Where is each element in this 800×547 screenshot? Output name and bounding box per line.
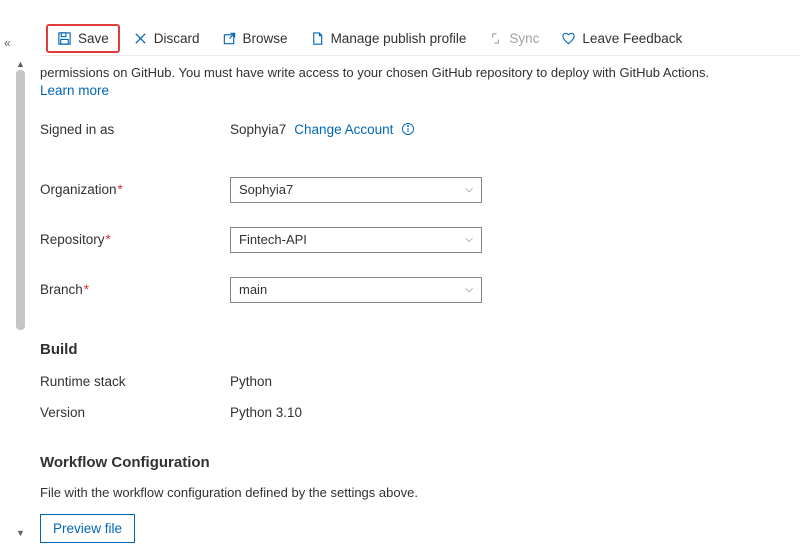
branch-label: Branch*	[40, 282, 230, 297]
manage-label: Manage publish profile	[331, 31, 467, 46]
browse-label: Browse	[243, 31, 288, 46]
save-label: Save	[78, 31, 109, 46]
workflow-desc: File with the workflow configuration def…	[40, 485, 792, 500]
sync-icon	[488, 31, 503, 46]
scrollbar[interactable]: ▲ ▼	[16, 60, 25, 538]
scroll-thumb[interactable]	[16, 70, 25, 330]
workflow-heading: Workflow Configuration	[40, 454, 792, 471]
sync-button: Sync	[479, 26, 548, 51]
collapse-chevron[interactable]: «	[4, 36, 11, 50]
scroll-down-caret[interactable]: ▼	[16, 529, 25, 538]
organization-select[interactable]: Sophyia7 ⌵	[230, 177, 482, 203]
runtime-label: Runtime stack	[40, 374, 230, 389]
feedback-button[interactable]: Leave Feedback	[552, 26, 691, 51]
branch-select[interactable]: main ⌵	[230, 277, 482, 303]
repository-select[interactable]: Fintech-API ⌵	[230, 227, 482, 253]
version-label: Version	[40, 405, 230, 420]
feedback-label: Leave Feedback	[582, 31, 682, 46]
sync-label: Sync	[509, 31, 539, 46]
command-toolbar: Save Discard Browse Manage publish profi…	[40, 22, 800, 56]
signed-in-label: Signed in as	[40, 122, 230, 137]
repository-value: Fintech-API	[239, 232, 307, 247]
scroll-up-caret[interactable]: ▲	[16, 60, 25, 69]
chevron-down-icon: ⌵	[465, 184, 473, 195]
branch-value: main	[239, 282, 267, 297]
discard-button[interactable]: Discard	[124, 26, 209, 51]
manage-publish-button[interactable]: Manage publish profile	[301, 26, 476, 51]
organization-label: Organization*	[40, 182, 230, 197]
main-content: permissions on GitHub. You must have wri…	[40, 56, 792, 543]
preview-file-button[interactable]: Preview file	[40, 514, 135, 543]
external-link-icon	[222, 31, 237, 46]
info-icon[interactable]	[401, 122, 415, 136]
save-button[interactable]: Save	[46, 24, 120, 53]
version-value: Python 3.10	[230, 405, 302, 420]
help-text: permissions on GitHub. You must have wri…	[40, 64, 792, 83]
save-icon	[57, 31, 72, 46]
learn-more-link[interactable]: Learn more	[40, 83, 792, 98]
change-account-link[interactable]: Change Account	[294, 122, 393, 137]
browse-button[interactable]: Browse	[213, 26, 297, 51]
signed-in-user: Sophyia7	[230, 122, 286, 137]
discard-label: Discard	[154, 31, 200, 46]
organization-value: Sophyia7	[239, 182, 293, 197]
runtime-value: Python	[230, 374, 272, 389]
build-heading: Build	[40, 341, 792, 358]
chevron-down-icon: ⌵	[465, 284, 473, 295]
repository-label: Repository*	[40, 232, 230, 247]
chevron-down-icon: ⌵	[465, 234, 473, 245]
close-icon	[133, 31, 148, 46]
heart-icon	[561, 31, 576, 46]
document-icon	[310, 31, 325, 46]
